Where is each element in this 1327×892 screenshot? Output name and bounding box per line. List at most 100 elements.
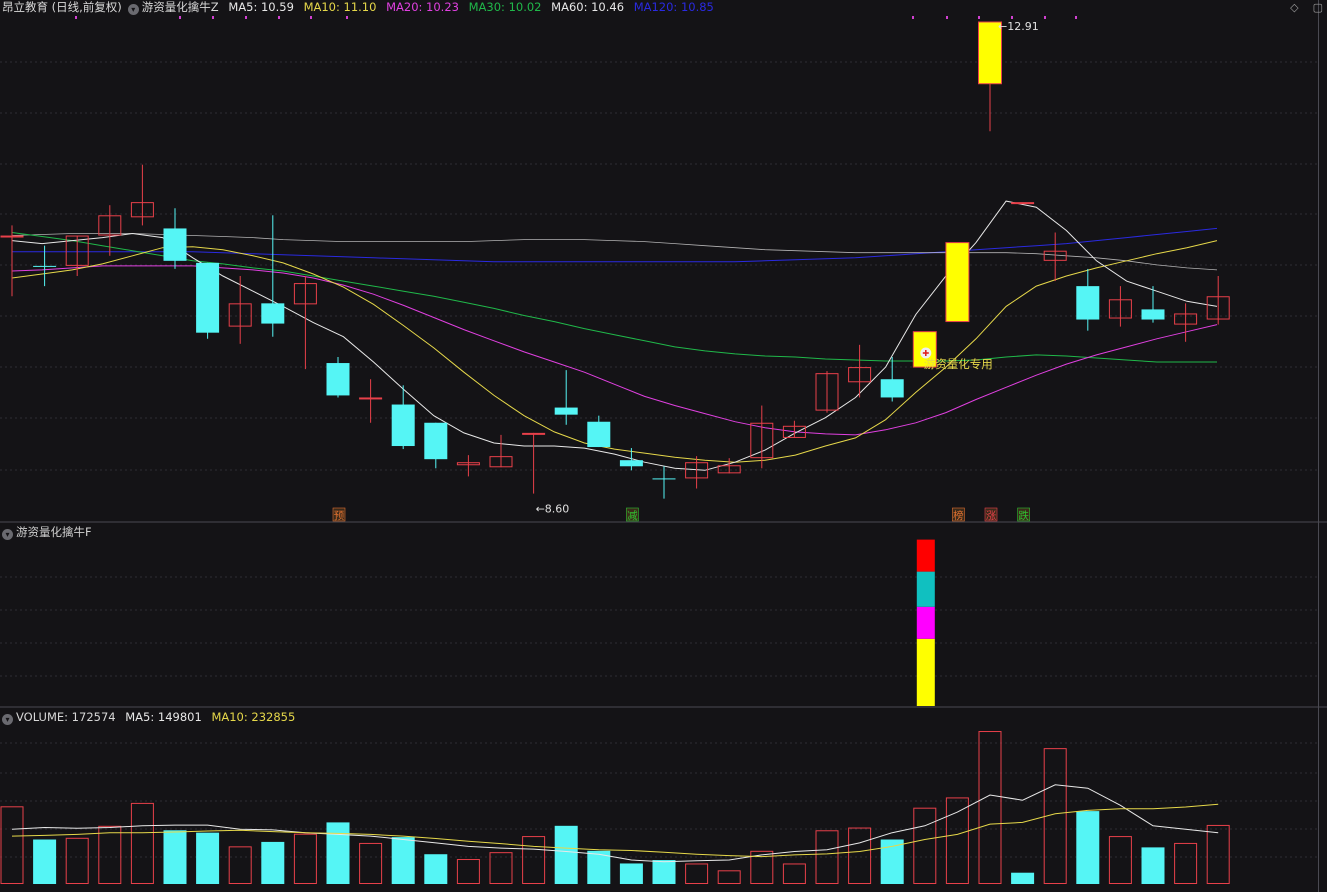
top-marker-dot xyxy=(912,16,914,19)
candle xyxy=(130,164,154,226)
candle xyxy=(587,415,611,448)
volume-toggle-icon[interactable]: ▾ xyxy=(2,714,13,725)
volume-bar xyxy=(163,830,187,884)
volume-bar xyxy=(1076,811,1100,884)
signal-segment xyxy=(916,539,935,572)
candle xyxy=(424,422,448,469)
signal-segment xyxy=(916,606,935,639)
candle xyxy=(880,356,904,402)
event-marker: 预 xyxy=(332,507,346,522)
volume-panel-header: ▾ VOLUME: 172574 MA5: 149801 MA10: 232855 xyxy=(2,710,301,725)
top-marker-dot xyxy=(75,16,77,19)
volume-bar xyxy=(261,841,285,884)
volume-bar xyxy=(1108,836,1132,884)
candle xyxy=(522,432,546,494)
candle xyxy=(489,434,513,468)
event-marker: 涨 xyxy=(984,507,998,522)
volume-bar xyxy=(33,839,57,884)
signal-segment xyxy=(916,571,935,607)
candle xyxy=(1174,303,1198,342)
ma120-line xyxy=(12,227,1218,263)
ma10-line xyxy=(11,240,1218,463)
ma60-value: MA60: 10.46 xyxy=(551,0,625,14)
grid-lines xyxy=(0,0,1327,892)
ma120-value: MA120: 10.85 xyxy=(633,0,714,14)
volume-bar xyxy=(619,863,643,884)
volume-bar xyxy=(0,806,24,884)
volume-bar xyxy=(456,859,480,884)
event-marker-text: 跌 xyxy=(1018,509,1029,522)
signal-panel-title[interactable]: 游资量化擒牛F xyxy=(16,525,92,539)
candle-body xyxy=(424,422,448,460)
candle xyxy=(978,21,1002,132)
candle xyxy=(261,215,285,337)
high-price-label: ←12.91 xyxy=(998,20,1039,33)
candle-body xyxy=(554,407,578,415)
volume-bar xyxy=(652,860,676,884)
candle xyxy=(1206,276,1230,325)
maximize-icon[interactable]: ▢ xyxy=(1313,1,1323,14)
ma5-value: MA5: 10.59 xyxy=(228,0,294,14)
candle xyxy=(1108,286,1132,327)
volume-bar xyxy=(359,842,383,885)
volume-bar xyxy=(293,833,317,885)
main-chart-header: 昂立教育 (日线,前复权) ▾ 游资量化擒牛Z MA5: 10.59 MA10: 1… xyxy=(2,0,720,15)
volume-bar xyxy=(391,837,415,884)
candle xyxy=(196,262,220,339)
signal-label: 游资量化专用 xyxy=(924,357,993,371)
ma20-line xyxy=(11,265,1218,436)
candle xyxy=(1043,232,1067,282)
candle xyxy=(456,455,480,477)
diamond-icon[interactable]: ◇ xyxy=(1290,1,1298,14)
candle-body xyxy=(522,432,546,435)
candle-body xyxy=(587,421,611,448)
candle xyxy=(1011,202,1035,205)
candlestick-series xyxy=(0,21,1230,499)
top-marker-dot xyxy=(978,16,980,19)
stock-chart-canvas: ←12.91 ←8.60 游资量化专用预 减 榜 涨 跌 xyxy=(0,0,1327,892)
volume-bar xyxy=(945,797,969,885)
volume-bar xyxy=(130,802,154,884)
candle xyxy=(391,385,415,450)
low-price-label: ←8.60 xyxy=(536,503,570,516)
candle xyxy=(1141,286,1165,323)
volume-bar xyxy=(782,863,806,885)
candle xyxy=(0,225,24,297)
volume-value: VOLUME: 172574 xyxy=(16,710,116,724)
volume-bar xyxy=(1206,824,1230,885)
candle xyxy=(815,371,839,413)
stock-title: 昂立教育 (日线,前复权) xyxy=(2,0,122,14)
signal-toggle-icon[interactable]: ▾ xyxy=(2,529,13,540)
volume-bar xyxy=(98,825,122,884)
candle xyxy=(1076,268,1100,331)
indicator-toggle-icon[interactable]: ▾ xyxy=(127,4,139,15)
volume-bar xyxy=(685,863,709,885)
indicator-name[interactable]: 游资量化擒牛Z xyxy=(142,0,219,14)
volume-ma10_line xyxy=(11,803,1219,858)
event-marker: 减 xyxy=(626,507,639,522)
signal-segment xyxy=(916,638,935,706)
candle xyxy=(619,448,643,471)
event-marker-text: 预 xyxy=(334,510,345,522)
candle xyxy=(717,458,741,474)
top-marker-dot xyxy=(179,16,181,19)
candle xyxy=(326,356,350,398)
window-controls: ◇ ▢ xyxy=(1276,1,1323,14)
volume-bar xyxy=(228,846,252,884)
candle-body xyxy=(261,303,285,324)
volume-bar xyxy=(1011,872,1035,884)
volume-bar xyxy=(522,836,546,884)
top-marker-dot xyxy=(1075,16,1077,19)
candle-body xyxy=(163,228,187,261)
volume-bar xyxy=(326,822,350,884)
top-marker-dot xyxy=(1011,16,1013,19)
candle-body xyxy=(880,379,904,398)
candle xyxy=(228,276,252,344)
candle-body xyxy=(359,397,383,400)
candle-body xyxy=(1011,202,1035,205)
event-marker-text: 减 xyxy=(627,510,638,522)
candle-body xyxy=(326,363,350,396)
event-marker: 跌 xyxy=(1017,507,1030,522)
volume-bar xyxy=(1141,847,1165,884)
candle-body xyxy=(0,235,24,238)
